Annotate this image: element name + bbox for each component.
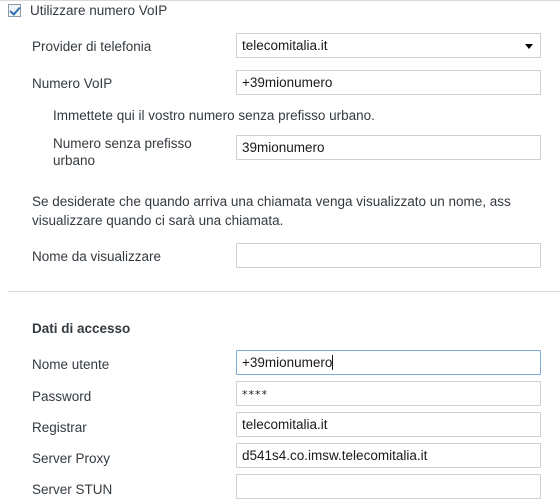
server-proxy-label: Server Proxy <box>32 450 111 466</box>
numero-voip-hint: Immettete qui il vostro numero senza pre… <box>53 108 375 123</box>
nome-visualizzare-hint-line1: Se desiderate che quando arriva una chia… <box>32 194 511 209</box>
numero-voip-value: +39mionumero <box>242 75 333 90</box>
provider-label: Provider di telefonia <box>32 38 152 54</box>
section-divider <box>8 291 560 292</box>
numero-voip-label: Numero VoIP <box>32 75 113 91</box>
numero-senza-prefisso-input[interactable]: 39mionumero <box>236 135 541 160</box>
nome-utente-label: Nome utente <box>32 356 110 372</box>
provider-select-value: telecomitalia.it <box>242 38 328 53</box>
dati-accesso-heading-row: Dati di accesso <box>0 316 560 340</box>
nome-visualizzare-input[interactable] <box>236 243 541 268</box>
numero-senza-prefisso-label: Numero senza prefisso urbano <box>53 136 192 168</box>
password-value: **** <box>242 388 268 401</box>
registrar-label: Registrar <box>32 419 87 435</box>
dati-accesso-heading: Dati di accesso <box>32 320 131 336</box>
password-label: Password <box>32 388 92 404</box>
registrar-input[interactable]: telecomitalia.it <box>236 412 541 437</box>
nome-visualizzare-hint-line2: visualizzare quando ci sarà una chiamata… <box>32 213 284 228</box>
use-voip-number-checkbox[interactable] <box>8 3 21 17</box>
numero-senza-prefisso-value: 39mionumero <box>242 140 325 155</box>
nome-utente-value: +39mionumero <box>242 355 333 370</box>
provider-select[interactable]: telecomitalia.it <box>236 33 541 58</box>
server-stun-input[interactable] <box>236 474 541 499</box>
use-voip-number-label: Utilizzare numero VoIP <box>30 2 168 18</box>
numero-voip-input[interactable]: +39mionumero <box>236 70 541 95</box>
chevron-down-icon[interactable] <box>525 44 533 49</box>
server-stun-label: Server STUN <box>32 481 113 497</box>
text-caret <box>332 355 334 370</box>
nome-utente-input[interactable]: +39mionumero <box>236 350 541 375</box>
use-voip-number-checkbox-row[interactable]: Utilizzare numero VoIP <box>0 0 167 20</box>
nome-visualizzare-label: Nome da visualizzare <box>32 248 162 264</box>
registrar-value: telecomitalia.it <box>242 417 328 432</box>
server-proxy-input[interactable]: d541s4.co.imsw.telecomitalia.it <box>236 443 541 468</box>
voip-settings-panel: Utilizzare numero VoIP Provider di telef… <box>0 0 560 503</box>
server-proxy-value: d541s4.co.imsw.telecomitalia.it <box>242 448 428 463</box>
password-input[interactable]: **** <box>236 381 541 406</box>
